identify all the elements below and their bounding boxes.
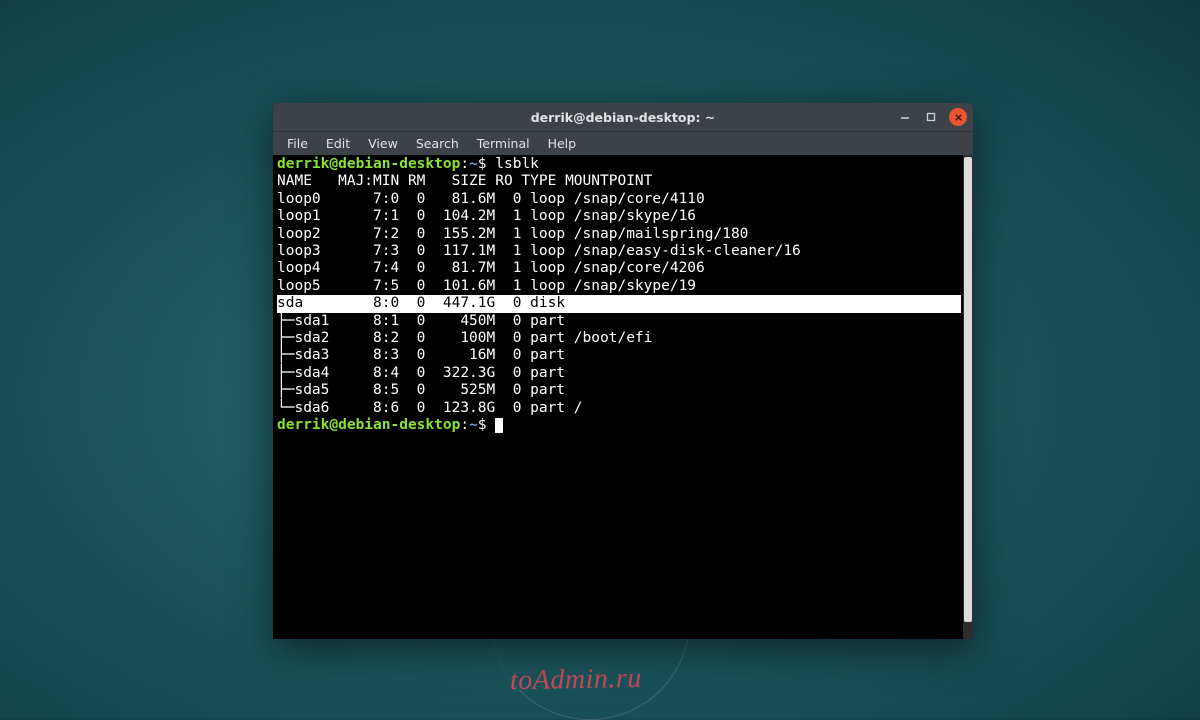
scrollbar[interactable]: [963, 155, 973, 639]
maximize-button[interactable]: [923, 109, 939, 125]
window-controls: [897, 103, 967, 131]
menu-help[interactable]: Help: [540, 133, 585, 154]
minimize-button[interactable]: [897, 109, 913, 125]
terminal-body[interactable]: derrik@debian-desktop:~$ lsblk NAME MAJ:…: [273, 155, 973, 639]
titlebar[interactable]: derrik@debian-desktop: ~: [273, 103, 973, 131]
menu-edit[interactable]: Edit: [318, 133, 358, 154]
terminal-output[interactable]: derrik@debian-desktop:~$ lsblk NAME MAJ:…: [277, 156, 959, 435]
menu-terminal[interactable]: Terminal: [469, 133, 538, 154]
window-title: derrik@debian-desktop: ~: [531, 110, 716, 125]
close-button[interactable]: [949, 108, 967, 126]
menu-search[interactable]: Search: [408, 133, 467, 154]
watermark-text: toAdmin.ru: [510, 663, 642, 697]
menu-view[interactable]: View: [360, 133, 406, 154]
terminal-window: derrik@debian-desktop: ~ File Edit View …: [273, 103, 973, 639]
menubar: File Edit View Search Terminal Help: [273, 131, 973, 155]
cursor: [495, 418, 503, 433]
menu-file[interactable]: File: [279, 133, 316, 154]
scrollbar-thumb[interactable]: [964, 157, 972, 622]
